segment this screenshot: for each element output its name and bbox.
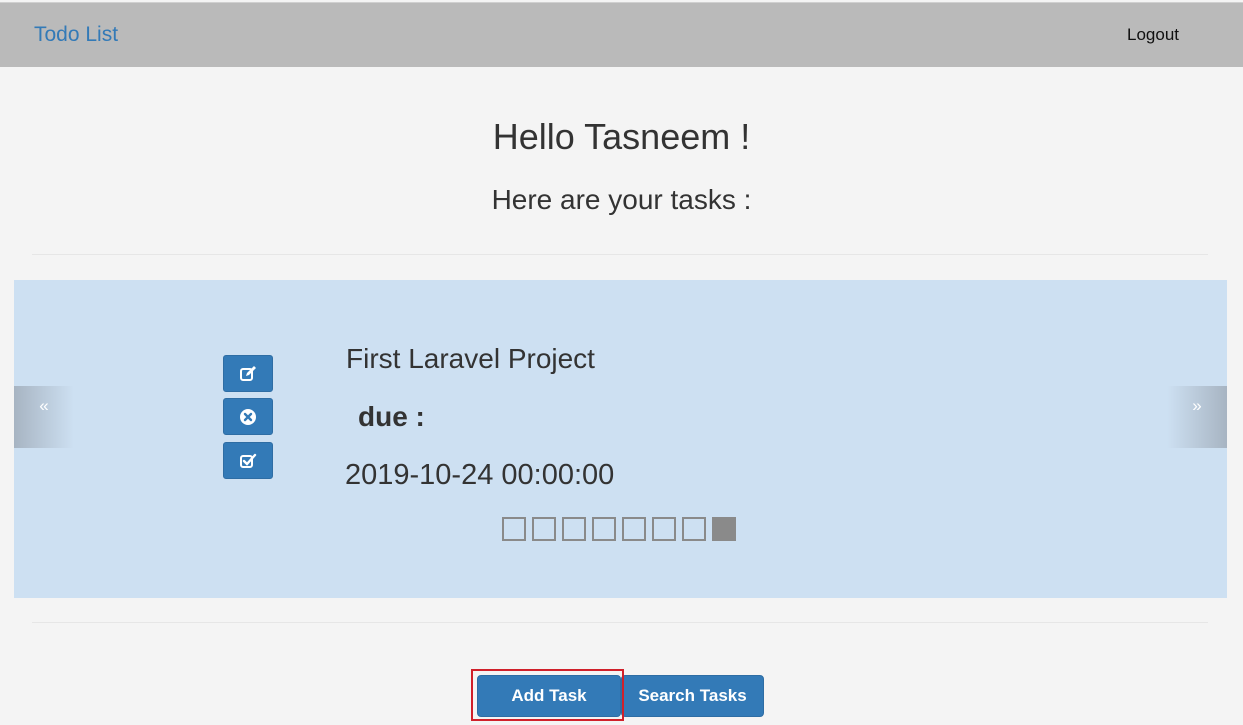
carousel-indicator[interactable] bbox=[652, 517, 676, 541]
logout-link[interactable]: Logout bbox=[1127, 24, 1179, 46]
carousel-indicator[interactable] bbox=[502, 517, 526, 541]
carousel-prev-button[interactable]: « bbox=[14, 386, 74, 448]
navbar: Todo List Logout bbox=[0, 2, 1243, 67]
carousel-indicator[interactable] bbox=[682, 517, 706, 541]
edit-task-button[interactable] bbox=[223, 355, 273, 392]
due-label: due : bbox=[358, 401, 425, 432]
tasks-subheading: Here are your tasks : bbox=[491, 184, 752, 215]
brand-link[interactable]: Todo List bbox=[34, 22, 118, 48]
carousel-indicator[interactable] bbox=[562, 517, 586, 541]
delete-icon bbox=[240, 408, 256, 425]
carousel-indicator[interactable] bbox=[622, 517, 646, 541]
carousel-indicator[interactable] bbox=[592, 517, 616, 541]
divider-bottom bbox=[32, 622, 1208, 623]
greeting-heading: Hello Tasneem ! bbox=[492, 116, 751, 157]
task-carousel: « » First Laravel Project due : 2019-10-… bbox=[14, 280, 1227, 598]
edit-icon bbox=[240, 365, 256, 381]
chevron-right-icon: » bbox=[1192, 396, 1202, 415]
search-tasks-button[interactable]: Search Tasks bbox=[621, 675, 764, 717]
add-task-button[interactable]: Add Task bbox=[477, 675, 621, 717]
chevron-left-icon: « bbox=[39, 396, 49, 415]
carousel-indicator[interactable] bbox=[532, 517, 556, 541]
divider-top bbox=[32, 254, 1208, 255]
carousel-next-button[interactable]: » bbox=[1167, 386, 1227, 448]
complete-task-button[interactable] bbox=[223, 442, 273, 479]
carousel-indicator[interactable] bbox=[712, 517, 736, 541]
task-title: First Laravel Project bbox=[346, 343, 595, 374]
complete-icon bbox=[240, 453, 257, 468]
due-date: 2019-10-24 00:00:00 bbox=[345, 459, 615, 491]
delete-task-button[interactable] bbox=[223, 398, 273, 435]
